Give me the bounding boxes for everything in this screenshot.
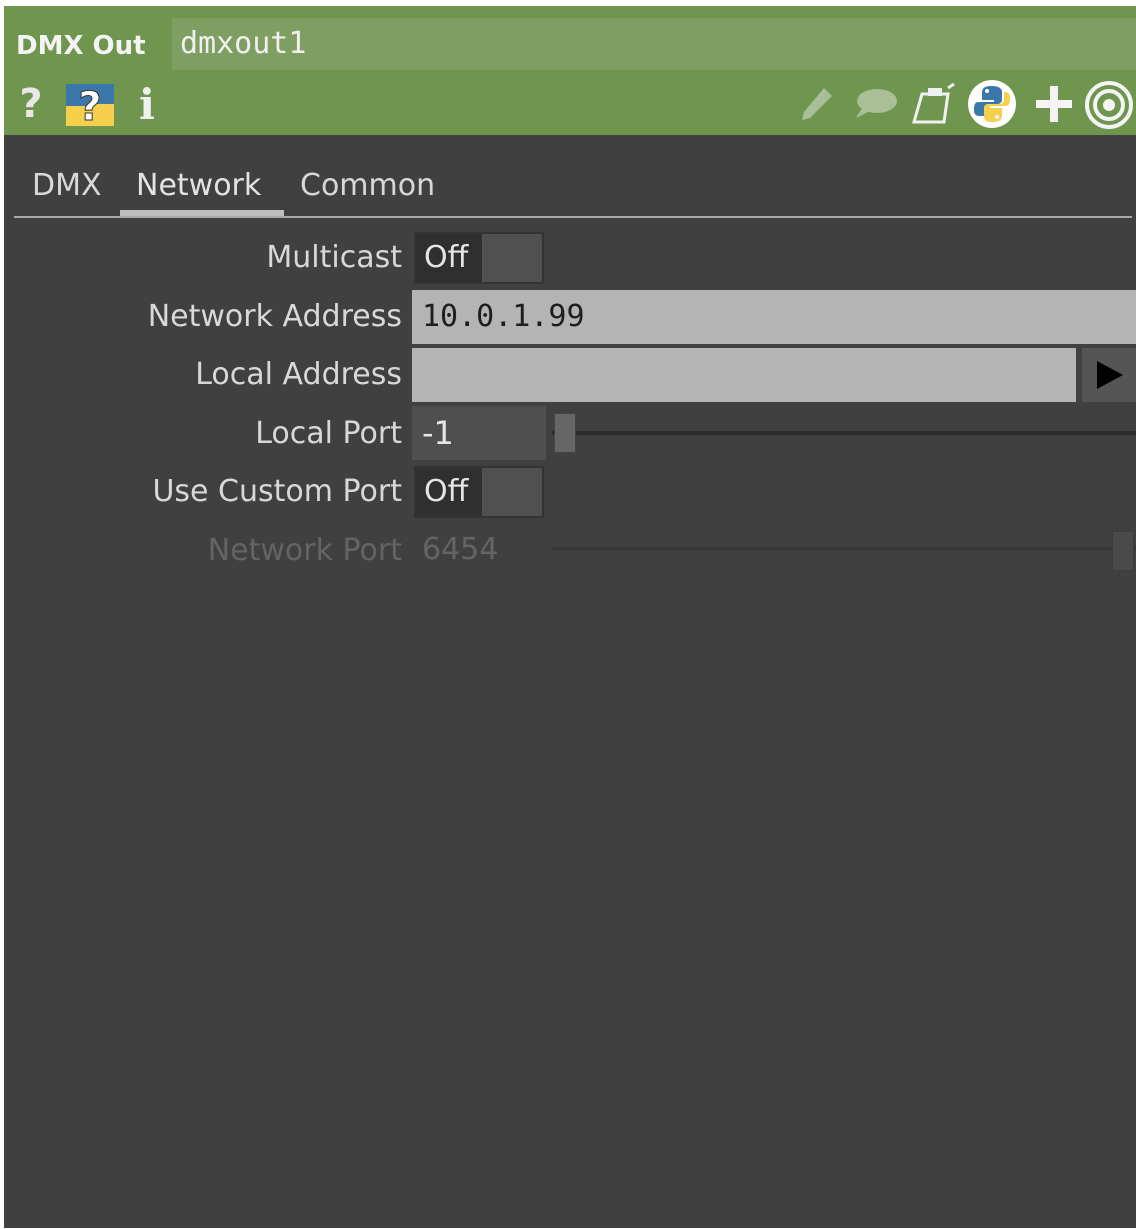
edit-icon[interactable]	[794, 82, 838, 126]
use-custom-port-toggle-value: Off	[416, 468, 482, 516]
multicast-toggle[interactable]: Off	[414, 232, 544, 284]
network-port-slider-track	[552, 547, 1136, 551]
local-port-field[interactable]: -1	[412, 406, 546, 460]
local-port-slider-track[interactable]	[552, 431, 1136, 435]
use-custom-port-toggle[interactable]: Off	[414, 466, 544, 518]
clipboard-icon[interactable]	[908, 80, 960, 128]
network-port-label: Network Port	[207, 533, 402, 568]
multicast-label: Multicast	[266, 240, 402, 275]
network-port-field: 6454	[422, 532, 499, 567]
python-help-icon[interactable]: ?	[64, 80, 116, 128]
svg-text:?: ?	[78, 84, 101, 128]
play-arrow-icon	[1097, 361, 1123, 389]
tab-network[interactable]: Network	[136, 164, 261, 208]
panel-header: DMX Out dmxout1 ? ? i	[4, 6, 1136, 135]
parameter-tabs: DMX Network Common	[14, 156, 1132, 218]
local-port-slider-handle[interactable]	[554, 413, 576, 453]
target-icon[interactable]	[1082, 78, 1136, 132]
tab-common[interactable]: Common	[300, 164, 435, 208]
comment-icon[interactable]	[850, 84, 900, 126]
python-icon[interactable]	[966, 78, 1018, 130]
parameter-panel: DMX Out dmxout1 ? ? i DMX Network Common…	[4, 6, 1136, 1228]
local-address-field[interactable]	[412, 348, 1076, 402]
add-icon[interactable]	[1028, 78, 1080, 130]
tab-dmx[interactable]: DMX	[32, 164, 102, 208]
network-port-slider-handle	[1112, 531, 1134, 571]
help-icon[interactable]: ?	[16, 80, 46, 128]
local-address-menu-button[interactable]	[1082, 348, 1136, 402]
use-custom-port-label: Use Custom Port	[152, 474, 402, 509]
local-address-label: Local Address	[195, 357, 402, 392]
network-address-label: Network Address	[147, 299, 402, 334]
operator-name-field[interactable]: dmxout1	[172, 18, 1136, 70]
multicast-toggle-value: Off	[416, 234, 482, 282]
active-tab-indicator	[120, 210, 284, 216]
info-icon[interactable]: i	[132, 80, 162, 129]
network-address-field[interactable]: 10.0.1.99	[412, 290, 1136, 344]
local-port-label: Local Port	[255, 416, 402, 451]
operator-type-label: DMX Out	[16, 31, 146, 61]
